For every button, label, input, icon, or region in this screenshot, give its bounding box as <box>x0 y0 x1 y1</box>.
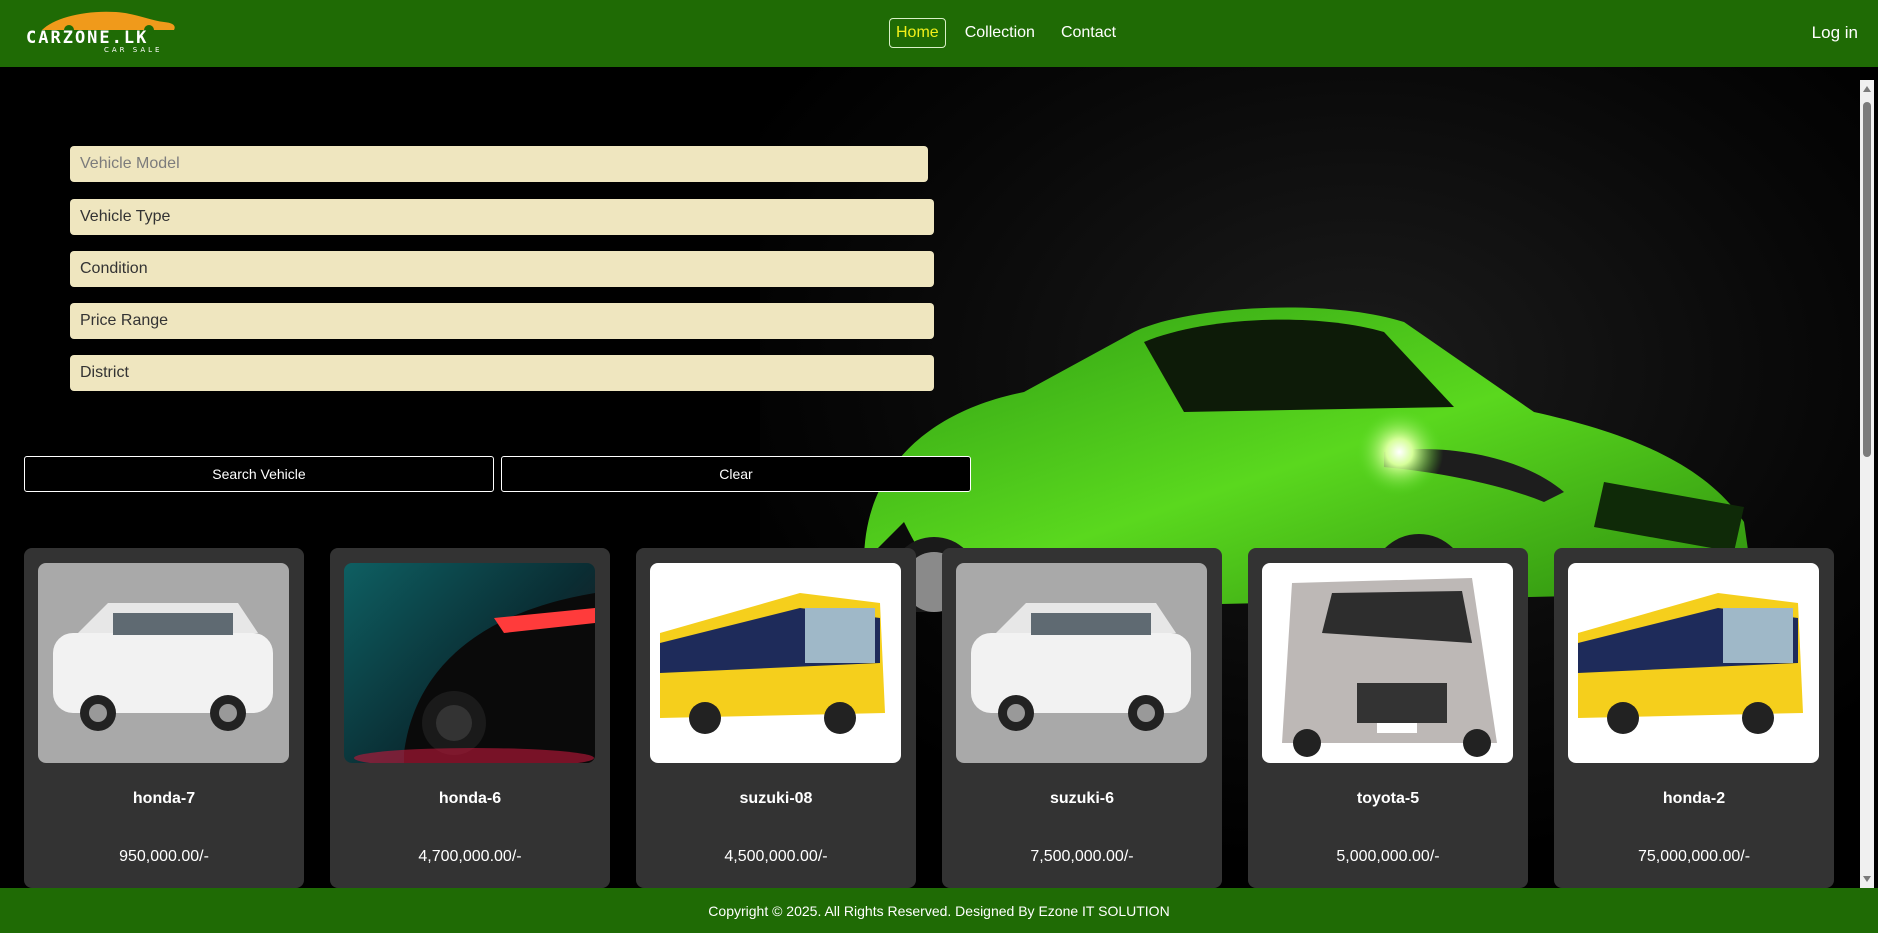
vehicle-name: honda-2 <box>1662 790 1726 807</box>
hero-section: Vehicle Model Vehicle Type Condition Pri… <box>4 67 1860 888</box>
yellow-bus-icon <box>650 563 901 763</box>
login-link[interactable]: Log in <box>1812 23 1858 43</box>
vehicle-price: 75,000,000.00/- <box>1637 848 1751 865</box>
nav-contact[interactable]: Contact <box>1054 18 1123 48</box>
vehicle-card[interactable]: toyota-5 5,000,000.00/- <box>1248 548 1528 888</box>
vehicle-model-input[interactable]: Vehicle Model <box>70 146 928 182</box>
vehicle-price: 950,000.00/- <box>119 848 209 865</box>
vehicle-name: toyota-5 <box>1356 790 1420 807</box>
vehicle-price: 4,700,000.00/- <box>418 848 522 865</box>
brand-logo[interactable]: CARZONE.LK CAR SALE <box>24 6 194 54</box>
logo-subtitle: CAR SALE <box>104 46 163 54</box>
vehicle-name: honda-7 <box>132 790 196 807</box>
nav-home[interactable]: Home <box>889 18 946 48</box>
white-van-icon <box>956 563 1207 763</box>
footer: Copyright © 2025. All Rights Reserved. D… <box>0 888 1878 933</box>
silver-van-icon <box>1262 563 1513 763</box>
vehicle-card[interactable]: suzuki-6 7,500,000.00/- <box>942 548 1222 888</box>
district-select[interactable]: District <box>70 355 934 391</box>
vehicle-card[interactable]: suzuki-08 4,500,000.00/- <box>636 548 916 888</box>
top-navbar: CARZONE.LK CAR SALE Home Collection Cont… <box>0 0 1878 67</box>
vehicle-price: 7,500,000.00/- <box>1030 848 1134 865</box>
vehicle-card[interactable]: honda-7 950,000.00/- <box>24 548 304 888</box>
vehicle-card[interactable]: honda-2 75,000,000.00/- <box>1554 548 1834 888</box>
vehicle-name: suzuki-08 <box>739 790 813 807</box>
logo-text: CARZONE.LK <box>26 28 149 48</box>
clear-button[interactable]: Clear <box>501 456 971 492</box>
yellow-bus-icon <box>1568 563 1819 763</box>
scrollbar-thumb[interactable] <box>1863 102 1871 457</box>
vehicle-name: honda-6 <box>438 790 502 807</box>
scroll-up-arrow-icon[interactable] <box>1863 86 1871 92</box>
vehicle-card[interactable]: honda-6 4,700,000.00/- <box>330 548 610 888</box>
vertical-scrollbar[interactable] <box>1860 80 1874 888</box>
vehicle-price: 4,500,000.00/- <box>724 848 828 865</box>
search-vehicle-button[interactable]: Search Vehicle <box>24 456 494 492</box>
vehicle-type-select[interactable]: Vehicle Type <box>70 199 934 235</box>
price-range-select[interactable]: Price Range <box>70 303 934 339</box>
nav-collection[interactable]: Collection <box>958 18 1042 48</box>
sports-car-taillight-icon <box>344 563 595 763</box>
condition-select[interactable]: Condition <box>70 251 934 287</box>
vehicle-price: 5,000,000.00/- <box>1336 848 1440 865</box>
scroll-down-arrow-icon[interactable] <box>1863 876 1871 882</box>
white-van-icon <box>38 563 289 763</box>
vehicle-name: suzuki-6 <box>1049 790 1114 807</box>
main-nav: Home Collection Contact <box>889 18 1123 48</box>
copyright-text: Copyright © 2025. All Rights Reserved. D… <box>708 902 1170 919</box>
